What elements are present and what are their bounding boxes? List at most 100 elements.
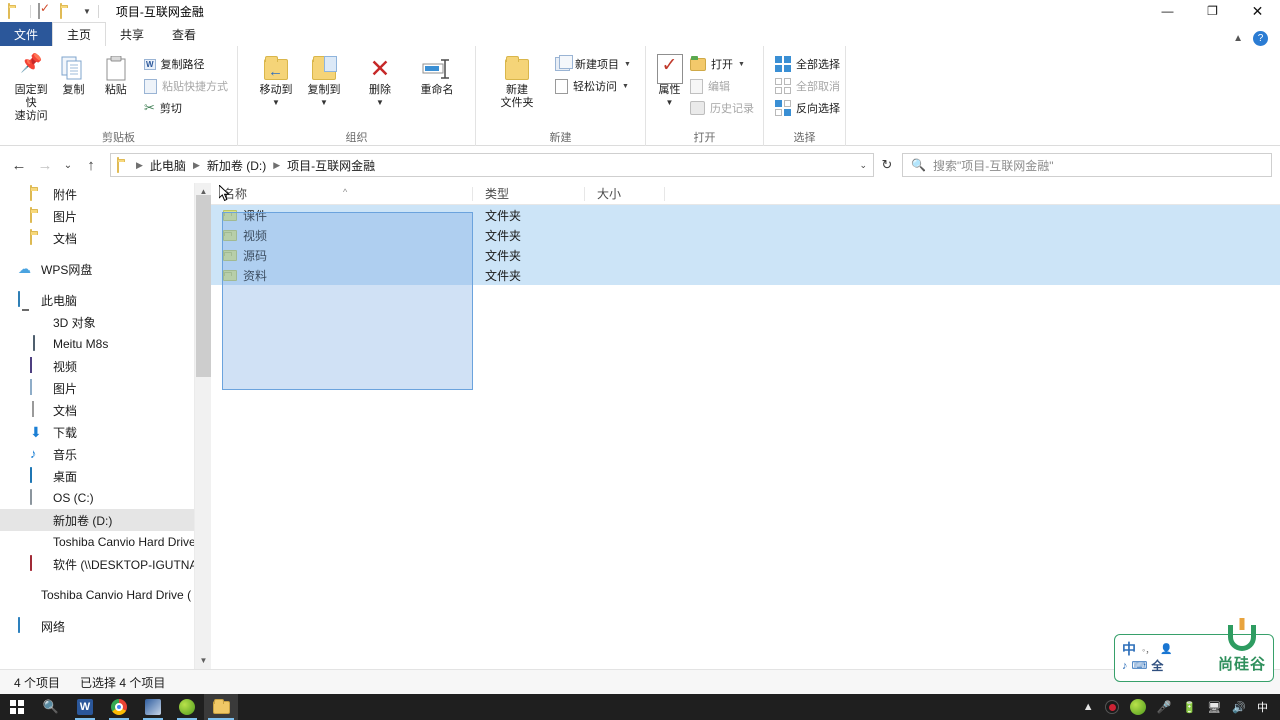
breadcrumb-current-folder[interactable]: 项目-互联网金融 [282, 154, 380, 176]
breadcrumb-volume-d[interactable]: 新加卷 (D:) [202, 154, 271, 176]
taskbar-app-chrome[interactable] [102, 694, 136, 720]
paste-button[interactable]: 粘贴 [95, 50, 137, 97]
tab-view[interactable]: 查看 [158, 22, 210, 46]
select-none-button[interactable]: 全部取消 [772, 76, 843, 96]
nav-item-toshibacanvioharddrive[interactable]: Toshiba Canvio Hard Drive [0, 531, 194, 553]
nav-item-网络[interactable]: 网络 [0, 615, 194, 637]
close-button[interactable]: ✕ [1235, 0, 1280, 22]
keyboard-icon[interactable]: ⌨ [1132, 659, 1148, 672]
search-box[interactable]: 🔍 搜索"项目-互联网金融" [902, 153, 1272, 177]
invert-selection-button[interactable]: 反向选择 [772, 98, 843, 118]
nav-item-3d对象[interactable]: 3D 对象 [0, 311, 194, 333]
nav-item-下载[interactable]: ⬇ 下载 [0, 421, 194, 443]
nav-item-图片[interactable]: 图片 [0, 205, 194, 227]
nav-item-文档[interactable]: 文档 [0, 227, 194, 249]
collapse-ribbon-icon[interactable]: ▲ [1233, 33, 1243, 44]
address-bar[interactable]: ▶ 此电脑 ▶ 新加卷 (D:) ▶ 项目-互联网金融 ⌄ [110, 153, 874, 177]
rename-button[interactable]: 重命名 [410, 50, 464, 97]
table-row[interactable]: 课件 文件夹 [211, 205, 1280, 225]
ime-punctuation-toggle[interactable]: ◦， [1142, 643, 1154, 656]
scrollbar-thumb[interactable] [196, 195, 211, 377]
new-folder-icon[interactable] [60, 2, 75, 19]
new-folder-button[interactable]: 新建 文件夹 [490, 50, 544, 110]
column-header-type[interactable]: 类型 [473, 183, 585, 205]
volume-icon[interactable]: 🔊 [1232, 701, 1246, 714]
table-row[interactable]: 资料 文件夹 [211, 265, 1280, 285]
pin-to-quick-access-button[interactable]: 固定到快 速访问 [10, 50, 52, 123]
maximize-button[interactable]: ❐ [1190, 0, 1235, 22]
ime-mode-toggle[interactable]: 中 [1122, 642, 1136, 656]
tab-home[interactable]: 主页 [52, 22, 107, 46]
chevron-down-icon[interactable]: ▼ [666, 96, 674, 109]
taskbar-app-photoshop[interactable] [136, 694, 170, 720]
history-button[interactable]: 历史记录 [687, 98, 757, 118]
start-button[interactable] [0, 694, 34, 720]
help-icon[interactable]: ? [1253, 31, 1268, 46]
browser-icon[interactable] [1129, 699, 1146, 715]
ime-width-toggle[interactable]: 全 [1151, 657, 1163, 674]
paste-shortcut-button[interactable]: 粘贴快捷方式 [141, 76, 231, 96]
navigation-pane-scrollbar[interactable]: ▲ ▼ [194, 183, 211, 669]
user-icon[interactable]: 👤 [1160, 644, 1172, 655]
network-icon[interactable]: 🖥 [1207, 701, 1221, 714]
sogou-icon[interactable] [1104, 700, 1119, 714]
ime-floating-bar[interactable]: 中 ◦， 👤 ♪ ⌨ 全 尚硅谷 [1114, 625, 1274, 682]
tab-share[interactable]: 共享 [106, 22, 158, 46]
nav-item-音乐[interactable]: ♪ 音乐 [0, 443, 194, 465]
nav-item-软件(desktopigutnaf[interactable]: 软件 (\\DESKTOP-IGUTNAF [0, 553, 194, 575]
taskbar-app-wps-writer[interactable]: W [68, 694, 102, 720]
cut-button[interactable]: ✂ 剪切 [141, 98, 231, 118]
minimize-button[interactable]: — [1145, 0, 1190, 22]
nav-item-附件[interactable]: 附件 [0, 183, 194, 205]
column-header-name[interactable]: 名称 ^ [211, 183, 473, 205]
nav-item-os(c)[interactable]: OS (C:) [0, 487, 194, 509]
chevron-down-icon[interactable]: ▼ [738, 61, 745, 68]
up-button[interactable]: ↑ [78, 152, 104, 178]
select-all-button[interactable]: 全部选择 [772, 54, 843, 74]
nav-item-图片[interactable]: 图片 [0, 377, 194, 399]
taskbar-search-button[interactable]: 🔍 [34, 694, 68, 720]
copy-button[interactable]: 复制 [52, 50, 94, 97]
refresh-button[interactable]: ↻ [874, 152, 900, 178]
nav-item-此电脑[interactable]: 此电脑 [0, 289, 194, 311]
properties-button[interactable]: 属性 ▼ [656, 50, 683, 109]
ime-moon-icon[interactable]: ♪ [1122, 660, 1128, 672]
edit-button[interactable]: 编辑 [687, 76, 757, 96]
column-header-size[interactable]: 大小 [585, 183, 665, 205]
delete-button[interactable]: ✕ 删除 ▼ [356, 50, 404, 109]
properties-icon[interactable] [38, 2, 53, 19]
new-item-button[interactable]: 新建项目 ▼ [552, 54, 634, 74]
copy-to-button[interactable]: 复制到 ▼ [300, 50, 348, 109]
address-dropdown-icon[interactable]: ⌄ [859, 160, 871, 171]
chevron-down-icon[interactable]: ▼ [376, 96, 384, 109]
taskbar-app-browser[interactable] [170, 694, 204, 720]
table-row[interactable]: 视频 文件夹 [211, 225, 1280, 245]
chevron-down-icon[interactable]: ▼ [83, 7, 91, 16]
recent-locations-button[interactable]: ⌄ [58, 152, 78, 178]
language-indicator[interactable]: 中 [1257, 699, 1268, 715]
folder-icon[interactable] [8, 2, 23, 19]
nav-item-新加卷(d)[interactable]: 新加卷 (D:) [0, 509, 194, 531]
nav-item-文档[interactable]: 文档 [0, 399, 194, 421]
nav-item-toshibacanvioharddrive([interactable]: Toshiba Canvio Hard Drive ( [0, 584, 194, 606]
chevron-down-icon[interactable]: ▼ [272, 96, 280, 109]
copy-path-button[interactable]: W 复制路径 [141, 54, 231, 74]
tab-file[interactable]: 文件 [0, 22, 53, 46]
nav-item-视频[interactable]: 视频 [0, 355, 194, 377]
chevron-down-icon[interactable]: ▼ [622, 83, 629, 90]
chevron-down-icon[interactable]: ▼ [320, 96, 328, 109]
forward-button[interactable]: → [32, 152, 58, 178]
mic-icon[interactable]: 🎤 [1157, 700, 1172, 714]
taskbar-app-file-explorer[interactable] [204, 694, 238, 720]
nav-item-桌面[interactable]: 桌面 [0, 465, 194, 487]
scroll-down-icon[interactable]: ▼ [195, 652, 212, 669]
easy-access-button[interactable]: 轻松访问 ▼ [552, 76, 634, 96]
table-row[interactable]: 源码 文件夹 [211, 245, 1280, 265]
nav-item-wps网盘[interactable]: ☁ WPS网盘 [0, 258, 194, 280]
back-button[interactable]: ← [6, 152, 32, 178]
battery-icon[interactable]: 🔋 [1183, 701, 1197, 714]
show-hidden-icons-icon[interactable]: ▲ [1083, 701, 1094, 713]
nav-item-meitum8s[interactable]: Meitu M8s [0, 333, 194, 355]
open-button[interactable]: 打开 ▼ [687, 54, 757, 74]
move-to-button[interactable]: ← 移动到 ▼ [252, 50, 300, 109]
